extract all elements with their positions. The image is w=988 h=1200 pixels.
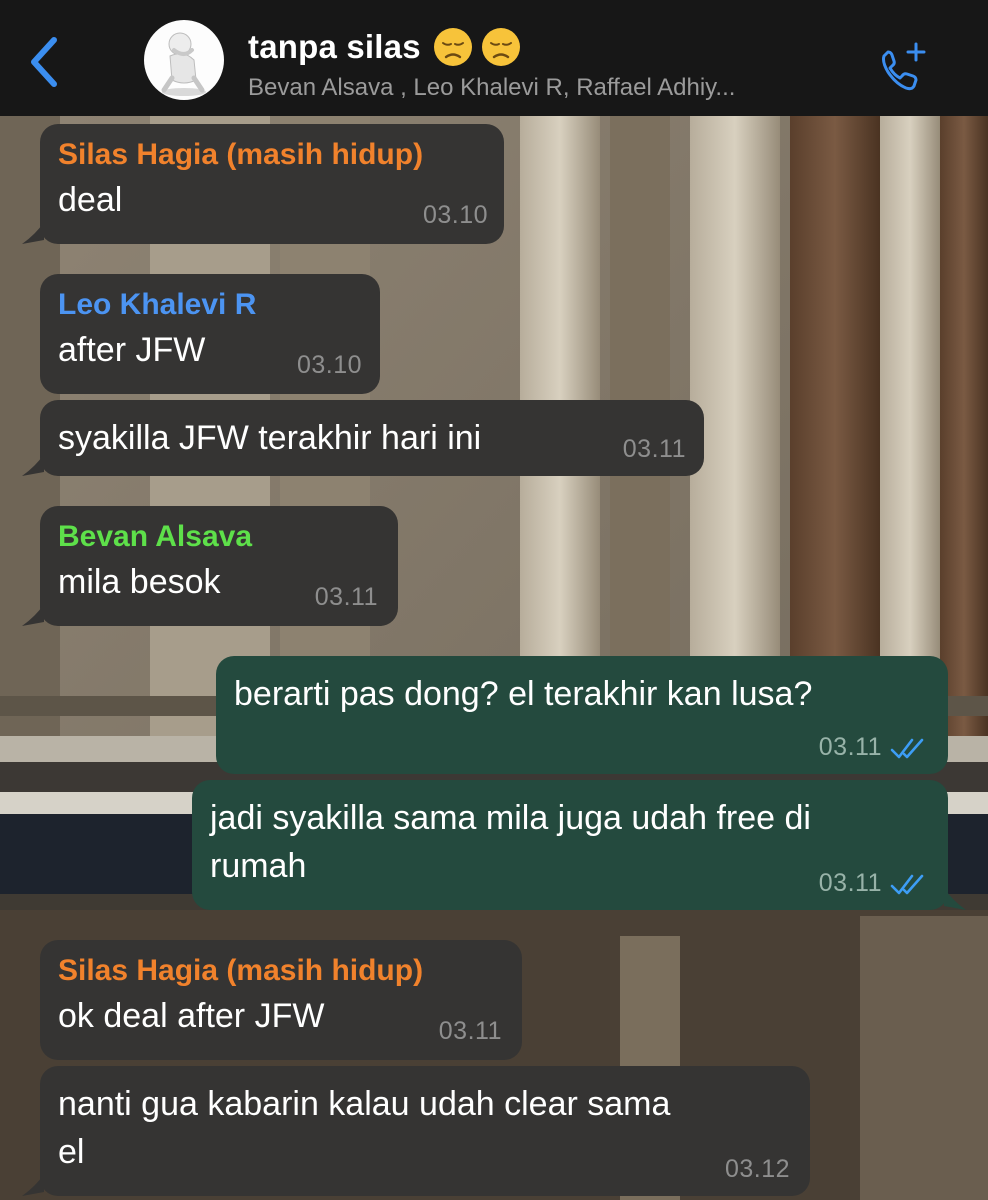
add-call-icon	[882, 42, 926, 91]
chat-wallpaper: Silas Hagia (masih hidup) deal 03.10 Leo…	[0, 116, 988, 1200]
message-text-line: el	[58, 1133, 85, 1171]
back-button[interactable]	[22, 32, 70, 92]
message-time: 03.11	[818, 869, 882, 897]
message-time: 03.10	[422, 201, 488, 229]
chat-header: tanpa silas Bevan Alsava , Leo Khalevi R…	[0, 0, 988, 116]
bubble-tail	[22, 222, 44, 244]
message-sender: Silas Hagia (masih hidup)	[58, 954, 424, 987]
message-sender: Leo Khalevi R	[58, 288, 257, 321]
read-receipt-icon	[890, 738, 924, 759]
message-text-line: nanti gua kabarin kalau udah clear sama	[58, 1085, 671, 1123]
bubble-tail	[22, 454, 44, 476]
message-bubble-incoming[interactable]: nanti gua kabarin kalau udah clear sama …	[40, 1066, 810, 1196]
message-sender: Bevan Alsava	[58, 520, 253, 553]
message-bubble-incoming[interactable]: Silas Hagia (masih hidup) deal 03.10	[40, 124, 504, 244]
message-bubble-incoming[interactable]: Bevan Alsava mila besok 03.11	[40, 506, 398, 626]
message-text-line: jadi syakilla sama mila juga udah free d…	[210, 799, 811, 837]
disappointed-face-icon	[481, 28, 520, 66]
message-bubble-outgoing[interactable]: jadi syakilla sama mila juga udah free d…	[192, 780, 948, 910]
group-name: tanpa silas	[248, 28, 421, 65]
message-text: berarti pas dong? el terakhir kan lusa?	[234, 675, 813, 713]
message-bubble-incoming[interactable]: Leo Khalevi R after JFW 03.10	[40, 274, 380, 394]
message-text: deal	[58, 181, 123, 219]
group-avatar[interactable]	[144, 20, 224, 100]
add-call-button[interactable]	[872, 40, 932, 96]
chat-title[interactable]: tanpa silas	[248, 24, 521, 70]
chevron-left-icon	[31, 37, 57, 87]
message-time: 03.11	[818, 733, 882, 761]
message-bubble-incoming[interactable]: syakilla JFW terakhir hari ini 03.11	[40, 400, 704, 476]
sad-figure-avatar-image	[161, 32, 206, 96]
bubble-tail	[22, 604, 44, 626]
message-time: 03.11	[438, 1017, 502, 1045]
message-bubble-incoming[interactable]: Silas Hagia (masih hidup) ok deal after …	[40, 940, 522, 1060]
read-receipt-icon	[890, 874, 924, 895]
message-time: 03.10	[296, 351, 362, 379]
bubble-tail	[944, 888, 966, 910]
bubble-tail	[22, 1174, 44, 1196]
participants-list[interactable]: Bevan Alsava , Leo Khalevi R, Raffael Ad…	[248, 74, 858, 102]
message-text: ok deal after JFW	[58, 997, 325, 1035]
disappointed-face-icon	[433, 28, 472, 66]
message-time: 03.11	[314, 583, 378, 611]
message-bubble-outgoing[interactable]: berarti pas dong? el terakhir kan lusa? …	[216, 656, 948, 774]
message-time: 03.12	[724, 1155, 790, 1183]
message-text: syakilla JFW terakhir hari ini	[58, 419, 482, 457]
message-time: 03.11	[622, 435, 686, 463]
message-sender: Silas Hagia (masih hidup)	[58, 138, 424, 171]
